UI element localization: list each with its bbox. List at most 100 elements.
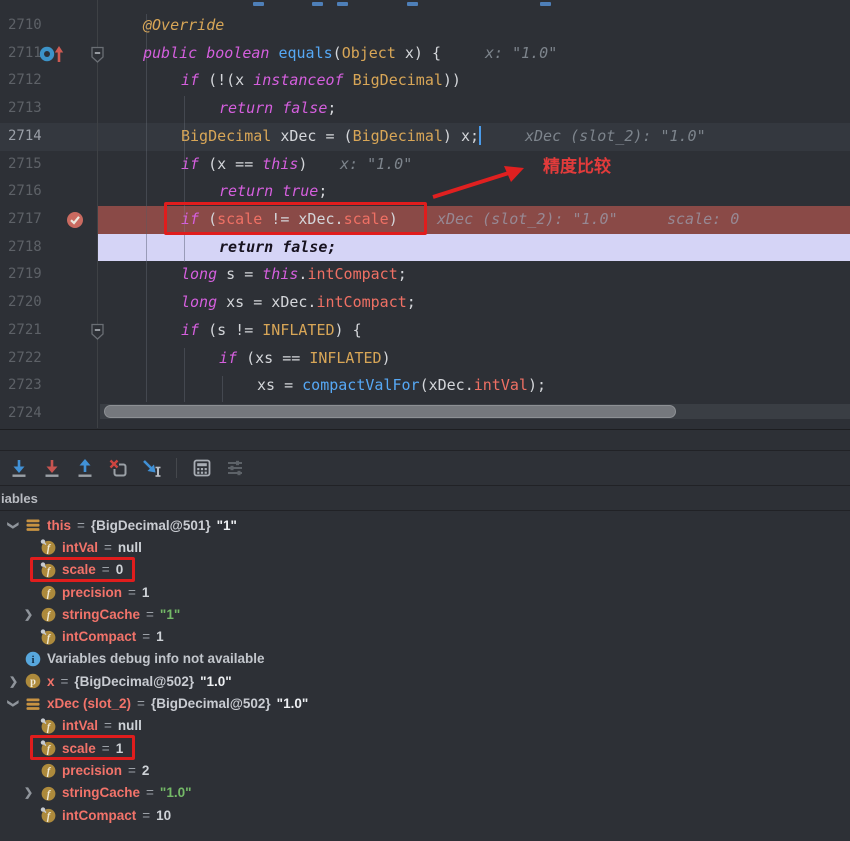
variable-row-stringCache[interactable]: ❯fstringCache = "1": [0, 603, 850, 625]
line-number[interactable]: 2713: [8, 95, 50, 123]
execution-frame-icon[interactable]: [38, 43, 68, 75]
chevron-right-icon[interactable]: ❯: [20, 786, 37, 799]
variable-row-body: iVariables debug info not available: [22, 651, 268, 667]
line-number[interactable]: 2717: [8, 206, 50, 234]
fold-collapse-icon[interactable]: [90, 322, 105, 350]
code-line-2711[interactable]: 2711public boolean equals(Object x) {x: …: [0, 40, 850, 68]
variable-row-this[interactable]: ❯this = {BigDecimal@501} "1": [0, 514, 850, 536]
code-line-2719[interactable]: 2719long s = this.intCompact;: [0, 261, 850, 289]
chevron-down-icon[interactable]: ❯: [7, 695, 20, 712]
line-number[interactable]: 2714: [8, 123, 50, 151]
variable-name: x: [47, 674, 55, 689]
horizontal-scrollbar-thumb[interactable]: [104, 405, 676, 418]
debug-toolbar: [0, 451, 850, 486]
code-line-2720[interactable]: 2720long xs = xDec.intCompact;: [0, 289, 850, 317]
variable-value: "1.0": [277, 696, 309, 711]
variable-row-intCompact[interactable]: fintCompact = 10: [0, 804, 850, 826]
variable-row-body: fscale = 1: [37, 740, 126, 756]
line-number[interactable]: 2716: [8, 178, 50, 206]
line-number[interactable]: 2719: [8, 261, 50, 289]
inline-debug-hint: scale: 0: [667, 206, 739, 234]
variable-row-x[interactable]: ❯px = {BigDecimal@502} "1.0": [0, 670, 850, 692]
code-token: public boolean: [143, 44, 278, 62]
inline-debug-hint: xDec (slot_2): "1.0": [437, 206, 618, 234]
code-line-2723[interactable]: 2723 xs = compactValFor(xDec.intVal);: [0, 372, 850, 400]
line-number[interactable]: 2724: [8, 400, 50, 428]
field-icon: f: [40, 584, 56, 600]
svg-text:p: p: [30, 677, 36, 688]
fold-collapse-icon[interactable]: [90, 45, 105, 73]
variable-value: "1.0": [160, 785, 192, 800]
code-token: if: [181, 71, 199, 89]
chevron-right-icon[interactable]: ❯: [20, 608, 37, 621]
code-text: return false;: [219, 234, 336, 262]
line-number[interactable]: 2718: [8, 234, 50, 262]
horizontal-scrollbar[interactable]: [100, 404, 850, 419]
variable-name: precision: [62, 763, 122, 778]
variable-name: scale: [62, 562, 96, 577]
field-icon: f: [40, 785, 56, 801]
indent-guide: [146, 206, 147, 234]
variables-info-row[interactable]: iVariables debug info not available: [0, 648, 850, 670]
code-token: [344, 71, 353, 89]
code-line-2718[interactable]: 2718 return false;: [0, 234, 850, 262]
code-line-2710[interactable]: 2710@Override: [0, 12, 850, 40]
inline-debug-hint: xDec (slot_2): "1.0": [525, 123, 706, 151]
variable-row-intCompact[interactable]: fintCompact = 1: [0, 625, 850, 647]
line-number[interactable]: 2722: [8, 345, 50, 373]
code-line-2713[interactable]: 2713return false;: [0, 95, 850, 123]
chevron-down-icon[interactable]: ❯: [7, 517, 20, 534]
code-line-2714[interactable]: 2714BigDecimal xDec = (BigDecimal) x;xDe…: [0, 123, 850, 151]
line-number[interactable]: 2721: [8, 317, 50, 345]
line-number[interactable]: 2723: [8, 372, 50, 400]
variable-row-scale[interactable]: fscale = 0: [0, 559, 850, 581]
code-line-2721[interactable]: 2721if (s != INFLATED) {: [0, 317, 850, 345]
line-number[interactable]: 2710: [8, 12, 50, 40]
code-token: ): [298, 155, 307, 173]
field-watch-pin-icon: f: [40, 562, 56, 578]
run-to-cursor-button[interactable]: [140, 457, 162, 479]
filter-settings-button[interactable]: [224, 457, 246, 479]
variable-row-precision[interactable]: fprecision = 1: [0, 581, 850, 603]
code-token: BigDecimal: [353, 71, 443, 89]
variable-row-scale[interactable]: fscale = 1: [0, 737, 850, 759]
code-text: if (x == this): [181, 151, 307, 179]
breakpoint-verified-icon[interactable]: [66, 211, 84, 239]
ide-debugger-window: 2710@Override2711public boolean equals(O…: [0, 0, 850, 841]
chevron-right-icon[interactable]: ❯: [5, 675, 22, 688]
step-out-button[interactable]: [74, 457, 96, 479]
code-token: intCompact: [307, 265, 397, 283]
drop-frame-button[interactable]: [107, 457, 129, 479]
line-number[interactable]: 2715: [8, 151, 50, 179]
code-token: return false;: [219, 238, 336, 256]
variable-row-stringCache[interactable]: ❯fstringCache = "1.0": [0, 782, 850, 804]
code-token: (xDec.: [420, 376, 474, 394]
highlight-box-scale-condition: [164, 202, 427, 235]
evaluate-expression-button[interactable]: [191, 457, 213, 479]
code-token: if: [181, 155, 199, 173]
code-token: xDec = (: [271, 127, 352, 145]
code-text: if (!(x instanceof BigDecimal)): [181, 67, 461, 95]
variable-row-intVal[interactable]: fintVal = null: [0, 536, 850, 558]
variable-name: intCompact: [62, 629, 136, 644]
code-text: xs = compactValFor(xDec.intVal);: [257, 372, 546, 400]
line-number[interactable]: 2720: [8, 289, 50, 317]
code-line-2712[interactable]: 2712if (!(x instanceof BigDecimal)): [0, 67, 850, 95]
variable-row-intVal[interactable]: fintVal = null: [0, 715, 850, 737]
code-editor[interactable]: 2710@Override2711public boolean equals(O…: [0, 0, 850, 430]
code-line-2722[interactable]: 2722if (xs == INFLATED): [0, 345, 850, 373]
variable-row-body: fprecision = 1: [37, 584, 152, 600]
force-step-into-button[interactable]: [41, 457, 63, 479]
code-token: ) {: [335, 321, 362, 339]
variable-row-precision[interactable]: fprecision = 2: [0, 759, 850, 781]
step-into-button[interactable]: [8, 457, 30, 479]
indent-guide: [146, 234, 147, 262]
annotation-text: 精度比较: [543, 152, 611, 177]
equals-sign: =: [104, 718, 112, 733]
code-token: (: [333, 44, 342, 62]
code-token: return false: [219, 99, 327, 117]
variable-name: stringCache: [62, 607, 140, 622]
variable-value: "1": [160, 607, 180, 622]
code-token: ;: [318, 182, 327, 200]
variable-row-xDec-slot-2-[interactable]: ❯xDec (slot_2) = {BigDecimal@502} "1.0": [0, 692, 850, 714]
